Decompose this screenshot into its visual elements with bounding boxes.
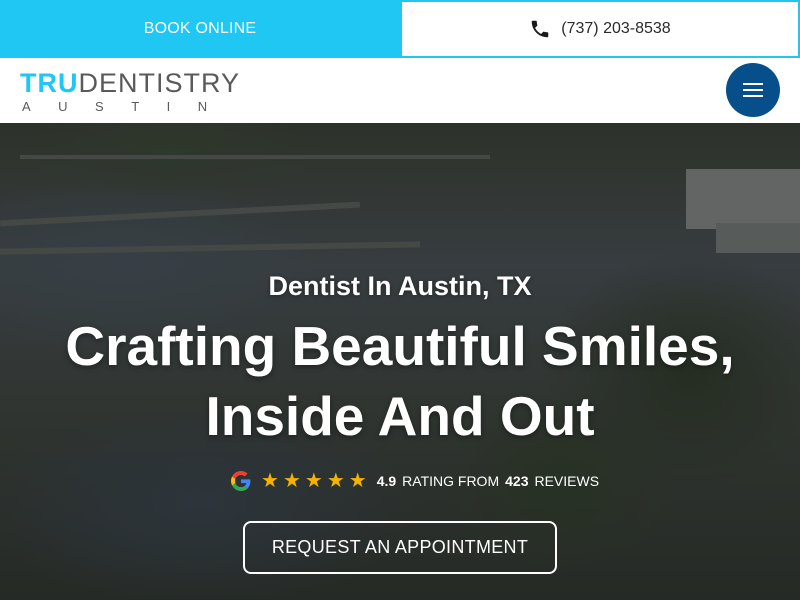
phone-number: (737) 203-8538 — [561, 20, 671, 37]
hamburger-menu-button[interactable] — [726, 63, 780, 117]
reviews-text: REVIEWS — [534, 473, 600, 489]
star-icon: ★ — [348, 470, 367, 492]
hero-section: Dentist In Austin, TX Crafting Beautiful… — [0, 123, 800, 600]
logo-wordmark: TRU DENTISTRY — [20, 68, 239, 98]
site-header: TRU DENTISTRY AUSTIN — [0, 58, 800, 123]
book-online-button[interactable]: BOOK ONLINE — [0, 0, 400, 58]
hero-content: Dentist In Austin, TX Crafting Beautiful… — [0, 123, 800, 600]
menu-line — [743, 89, 763, 91]
tru-dentistry-logo[interactable]: TRU DENTISTRY AUSTIN — [20, 68, 239, 114]
request-appointment-button[interactable]: REQUEST AN APPOINTMENT — [243, 521, 557, 574]
star-icon: ★ — [282, 470, 301, 492]
star-icon: ★ — [261, 470, 279, 492]
book-online-label: BOOK ONLINE — [143, 20, 257, 37]
logo-tru: TRU — [20, 68, 79, 98]
rating-from-text: RATING FROM — [402, 473, 500, 489]
google-rating[interactable]: ★ ★ ★ ★ ★ 4.9 RATING FROM 423 REVIEWS — [231, 469, 599, 493]
logo-subtitle: AUSTIN — [22, 99, 235, 114]
hero-title: Crafting Beautiful Smiles, Inside And Ou… — [65, 315, 735, 447]
google-g-icon — [231, 471, 251, 491]
logo-dentistry: DENTISTRY — [78, 68, 241, 98]
star-icon: ★ — [326, 470, 345, 492]
phone-icon — [532, 20, 549, 38]
hamburger-menu-icon — [743, 83, 763, 85]
rating-score: 4.9 — [376, 473, 397, 489]
review-count: 423 — [505, 473, 529, 489]
rating-stars: ★ ★ ★ ★ ★ — [261, 471, 367, 491]
star-icon: ★ — [304, 470, 323, 492]
phone-call-button[interactable]: (737) 203-8538 — [400, 0, 800, 58]
hero-subtitle: Dentist In Austin, TX — [268, 271, 532, 301]
top-bar: BOOK ONLINE (737) 203-8538 — [0, 0, 800, 58]
menu-line — [743, 95, 763, 97]
